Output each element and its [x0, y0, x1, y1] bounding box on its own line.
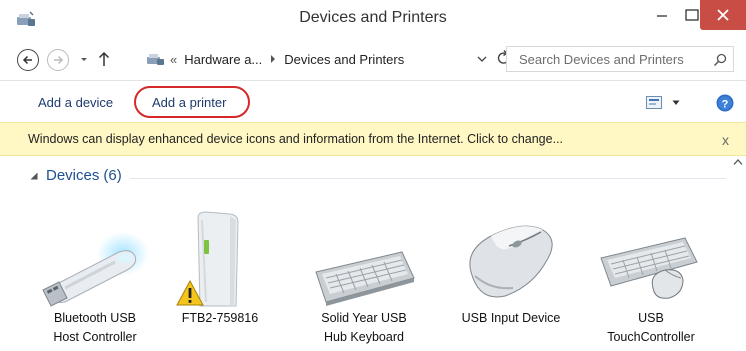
device-label: Solid Year USB Hub Keyboard: [304, 309, 424, 347]
device-ftb2-759816[interactable]: FTB2-759816: [160, 190, 280, 350]
breadcrumb-hardware[interactable]: Hardware a...: [184, 52, 262, 67]
device-label-line1: Bluetooth USB: [54, 311, 136, 325]
keyboard-mouse-icon: [600, 237, 698, 299]
command-bar: Add a device Add a printer ?: [0, 80, 746, 122]
svg-text:?: ?: [722, 98, 729, 110]
view-options-chevron-icon[interactable]: [672, 100, 680, 106]
back-button[interactable]: [17, 49, 39, 71]
device-usb-input-device[interactable]: USB Input Device: [451, 190, 571, 350]
info-bar-close-button[interactable]: x: [722, 132, 729, 148]
warning-icon: [176, 280, 204, 306]
devices-folder-icon: [147, 54, 164, 65]
group-title: Devices: [46, 167, 100, 184]
search-icon[interactable]: [713, 53, 727, 67]
search-box[interactable]: [506, 46, 734, 72]
breadcrumb-overflow[interactable]: «: [170, 52, 177, 67]
device-label: Bluetooth USB Host Controller: [35, 309, 155, 347]
breadcrumb-chevron-icon[interactable]: [269, 54, 277, 64]
minimize-icon: [657, 15, 667, 17]
minimize-button[interactable]: [647, 0, 677, 30]
device-label-line1: FTB2-759816: [181, 311, 259, 325]
keyboard-icon: [315, 251, 415, 306]
breadcrumb-devices-printers[interactable]: Devices and Printers: [284, 52, 404, 67]
device-label: USB Input Device: [451, 309, 571, 328]
devices-content-pane: Devices (6) Bluetooth USB Host Controlle…: [0, 156, 746, 351]
maximize-icon: [685, 9, 699, 21]
address-box[interactable]: « Hardware a... Devices and Printers: [118, 47, 498, 71]
mouse-icon: [469, 225, 553, 298]
window-title: Devices and Printers: [299, 9, 447, 26]
device-usb-touchcontroller[interactable]: USB TouchController: [591, 190, 711, 350]
device-label-line1: USB Input Device: [461, 311, 561, 325]
up-arrow-icon[interactable]: [97, 50, 111, 68]
info-bar[interactable]: Windows can display enhanced device icon…: [0, 122, 746, 156]
address-dropdown-chevron-icon[interactable]: [476, 54, 488, 64]
add-device-button[interactable]: Add a device: [38, 95, 113, 110]
search-input[interactable]: [507, 47, 707, 71]
title-bar: Devices and Printers: [0, 0, 746, 38]
recent-locations-chevron-icon[interactable]: [79, 52, 89, 66]
device-label-line2: Hub Keyboard: [324, 330, 404, 344]
group-divider: [130, 178, 726, 179]
device-label-line2: TouchController: [607, 330, 695, 344]
help-icon[interactable]: ?: [716, 94, 734, 112]
device-label-line1: USB: [638, 311, 664, 325]
usb-dongle-icon: [42, 232, 149, 307]
device-label: USB TouchController: [591, 309, 711, 347]
address-bar: « Hardware a... Devices and Printers: [0, 38, 746, 78]
collapse-triangle-icon[interactable]: [30, 172, 38, 180]
close-button[interactable]: [700, 0, 746, 30]
device-label-line1: Solid Year USB: [321, 311, 407, 325]
devices-group-header[interactable]: Devices (6): [30, 167, 122, 184]
scroll-up-arrow-icon[interactable]: [733, 158, 743, 166]
device-solid-year-usb-hub-keyboard[interactable]: Solid Year USB Hub Keyboard: [304, 190, 424, 350]
forward-button[interactable]: [47, 49, 69, 71]
device-bluetooth-usb-host-controller[interactable]: Bluetooth USB Host Controller: [35, 190, 155, 350]
close-icon: [717, 9, 729, 21]
forward-arrow-icon: [54, 55, 64, 65]
group-count: (6): [103, 167, 122, 184]
device-label: FTB2-759816: [160, 309, 280, 328]
back-arrow-icon: [22, 55, 32, 65]
device-label-line2: Host Controller: [53, 330, 137, 344]
add-printer-button[interactable]: Add a printer: [152, 95, 226, 110]
change-view-icon[interactable]: [646, 96, 662, 109]
info-bar-message[interactable]: Windows can display enhanced device icon…: [28, 132, 563, 146]
